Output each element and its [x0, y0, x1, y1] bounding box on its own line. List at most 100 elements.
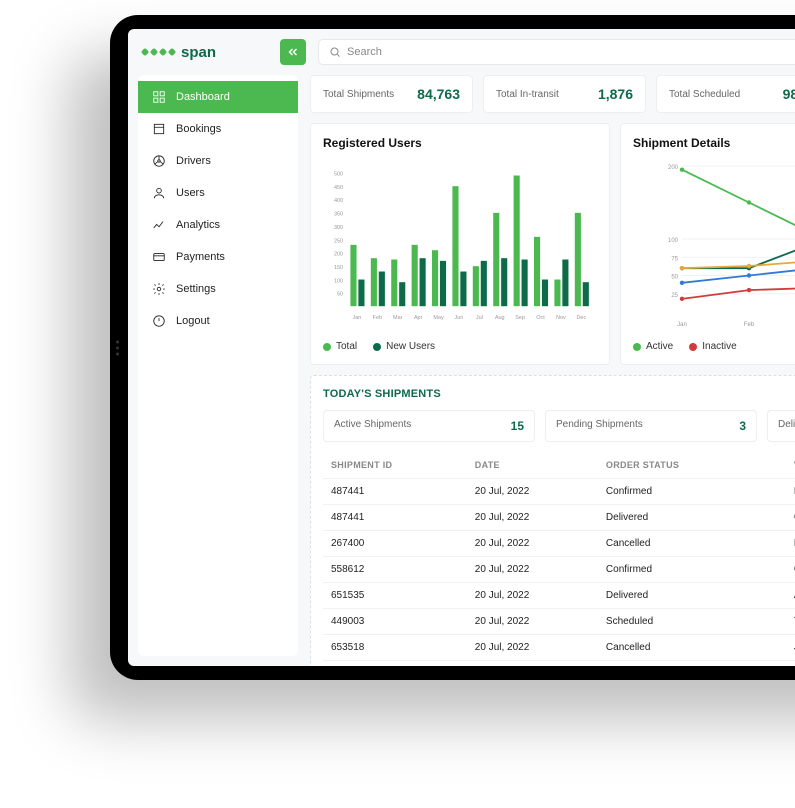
sidebar-item-analytics[interactable]: Analytics — [138, 209, 298, 241]
sidebar-item-users[interactable]: Users — [138, 177, 298, 209]
table-row[interactable]: 65351820 Jul, 2022CancelledJumbo Trailer… — [323, 635, 795, 661]
bookings-icon — [152, 122, 166, 136]
sidebar-item-drivers[interactable]: Drivers — [138, 145, 298, 177]
legend-total: Total — [323, 341, 357, 352]
sidebar-item-label: Bookings — [176, 123, 221, 135]
svg-text:Oct: Oct — [536, 315, 545, 321]
table-row[interactable]: 26740020 Jul, 2022CancelledFurniture Tru… — [323, 531, 795, 557]
logo-mark-icon — [142, 49, 175, 55]
shipment-details-chart: 255075100200JanFebMarAprMay — [633, 160, 795, 330]
shipment-stat: Delivered Shipments — [767, 410, 795, 442]
svg-text:25: 25 — [671, 293, 678, 299]
sidebar-item-logout[interactable]: Logout — [138, 305, 298, 337]
svg-text:50: 50 — [337, 292, 343, 298]
sidebar-item-dashboard[interactable]: Dashboard — [138, 81, 298, 113]
svg-text:Jan: Jan — [353, 315, 362, 321]
stat-value: 3 — [739, 419, 746, 433]
gear-icon — [152, 282, 166, 296]
shipment-stat: Active Shipments 15 — [323, 410, 535, 442]
sidebar-item-settings[interactable]: Settings — [138, 273, 298, 305]
legend-inactive: Inactive — [689, 341, 736, 352]
shipment-stat: Pending Shipments 3 — [545, 410, 757, 442]
stat-label: Active Shipments — [334, 419, 411, 433]
svg-text:100: 100 — [334, 278, 343, 284]
brand-logo: span — [142, 44, 216, 61]
svg-text:350: 350 — [334, 212, 343, 218]
table-row[interactable]: 65153520 Jul, 2022DeliveredAll Wheel Dri… — [323, 583, 795, 609]
table-header: VEHICLE TYPE — [786, 452, 795, 479]
table-row[interactable]: 48744120 Jul, 2022DeliveredChiller Truck — [323, 505, 795, 531]
search-icon — [329, 46, 341, 58]
sidebar-item-label: Payments — [176, 251, 225, 263]
todays-shipments-title: TODAY'S SHIPMENTS — [323, 388, 795, 400]
table-row[interactable]: 48744120 Jul, 2022ConfirmedMover — [323, 479, 795, 505]
kpi-card: Total In-transit 1,876 — [483, 75, 646, 113]
brand-name: span — [181, 44, 216, 61]
table-row[interactable]: 55861220 Jul, 2022ConfirmedCargo Body Tr… — [323, 557, 795, 583]
svg-text:250: 250 — [334, 238, 343, 244]
dashboard-icon — [152, 90, 166, 104]
shipment-details-card: Shipment Details 255075100200JanFebMarAp… — [620, 123, 795, 365]
sidebar-item-label: Analytics — [176, 219, 220, 231]
legend-active: Active — [633, 341, 673, 352]
svg-text:May: May — [433, 315, 444, 321]
svg-text:400: 400 — [334, 198, 343, 204]
svg-text:Jun: Jun — [455, 315, 464, 321]
svg-text:Feb: Feb — [373, 315, 382, 321]
card-title: Registered Users — [323, 136, 597, 150]
kpi-value: 1,876 — [598, 86, 633, 102]
kpi-card: Total Scheduled984 — [656, 75, 795, 113]
svg-text:Apr: Apr — [414, 315, 423, 321]
chevron-double-left-icon — [287, 46, 299, 58]
sidebar: Dashboard Bookings Drivers Users Analyti… — [138, 75, 298, 656]
table-header: DATE — [467, 452, 598, 479]
todays-shipments-card: TODAY'S SHIPMENTS Active Shipments 15 Pend… — [310, 375, 795, 666]
svg-text:500: 500 — [334, 172, 343, 178]
svg-text:Jan: Jan — [677, 322, 687, 328]
kpi-label: Total In-transit — [496, 89, 559, 100]
search-input[interactable]: Search — [318, 39, 795, 65]
legend-newusers: New Users — [373, 341, 435, 352]
sidebar-item-label: Dashboard — [176, 91, 230, 103]
analytics-icon — [152, 218, 166, 232]
svg-text:200: 200 — [668, 165, 679, 171]
sidebar-item-label: Logout — [176, 315, 210, 327]
svg-text:300: 300 — [334, 225, 343, 231]
stat-value: 15 — [511, 419, 524, 433]
sidebar-item-label: Settings — [176, 283, 216, 295]
payments-icon — [152, 250, 166, 264]
svg-text:Dec: Dec — [576, 315, 586, 321]
sidebar-item-payments[interactable]: Payments — [138, 241, 298, 273]
kpi-label: Total Scheduled — [669, 89, 740, 100]
kpi-value: 84,763 — [417, 86, 460, 102]
table-header: ORDER STATUS — [598, 452, 786, 479]
table-row[interactable]: 44900320 Jul, 2022ScheduledTractor Truck… — [323, 609, 795, 635]
sidebar-item-bookings[interactable]: Bookings — [138, 113, 298, 145]
svg-text:Sep: Sep — [515, 315, 525, 321]
svg-text:75: 75 — [671, 256, 678, 262]
svg-text:Mar: Mar — [393, 315, 403, 321]
svg-text:50: 50 — [671, 275, 678, 281]
stat-label: Delivered Shipments — [778, 419, 795, 433]
drivers-icon — [152, 154, 166, 168]
sidebar-collapse-button[interactable] — [280, 39, 306, 65]
card-title: Shipment Details — [633, 136, 795, 150]
svg-text:Feb: Feb — [744, 322, 755, 328]
sidebar-item-label: Users — [176, 187, 205, 199]
kpi-label: Total Shipments — [323, 89, 394, 100]
table-row[interactable]: 65153520 Jul, 2022Bidding on processLive… — [323, 661, 795, 667]
users-icon — [152, 186, 166, 200]
registered-users-card: Registered Users 50 100 150 200 250 300 350 400… — [310, 123, 610, 365]
shipments-table: SHIPMENT IDDATEORDER STATUSVEHICLE TYPE … — [323, 452, 795, 666]
svg-text:100: 100 — [668, 238, 679, 244]
svg-text:200: 200 — [334, 252, 343, 258]
registered-users-chart: 50 100 150 200 250 300 350 400 450 500 Jan Feb Mar Ap… — [323, 160, 597, 330]
svg-text:150: 150 — [334, 265, 343, 271]
kpi-card: Total Shipments 84,763 — [310, 75, 473, 113]
logout-icon — [152, 314, 166, 328]
svg-text:450: 450 — [334, 185, 343, 191]
svg-text:Jul: Jul — [476, 315, 483, 321]
svg-text:Aug: Aug — [495, 315, 505, 321]
stat-label: Pending Shipments — [556, 419, 643, 433]
sidebar-item-label: Drivers — [176, 155, 211, 167]
